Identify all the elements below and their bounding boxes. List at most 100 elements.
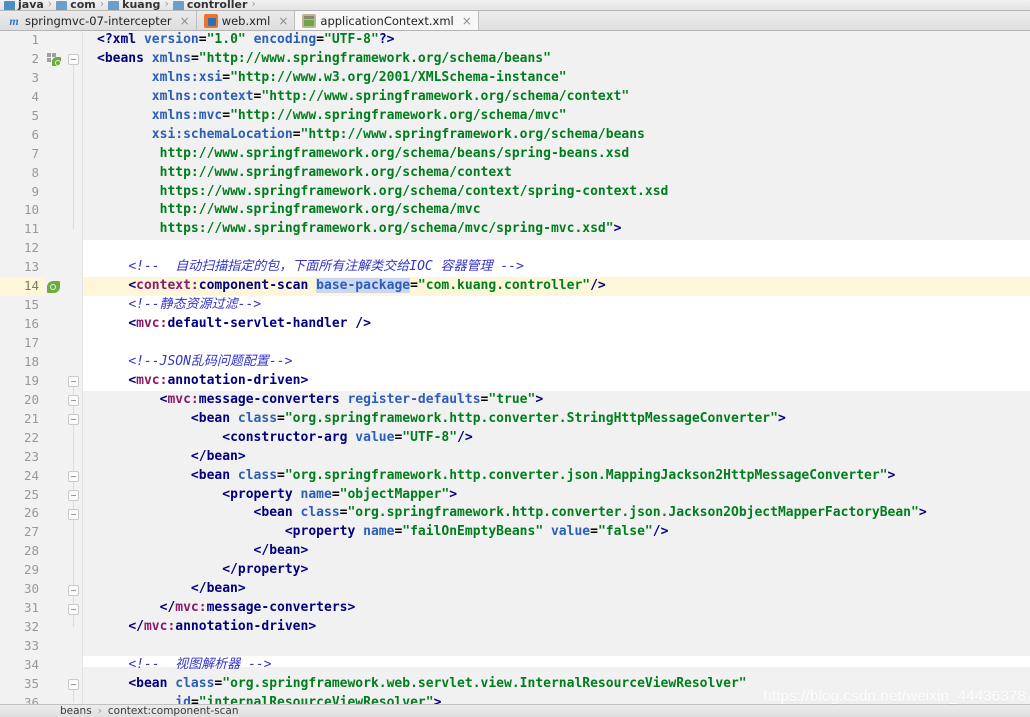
fold-toggle-icon[interactable] bbox=[68, 414, 79, 425]
code-line[interactable]: </property> bbox=[83, 561, 1030, 580]
code-line[interactable]: xmlns:xsi="http://www.w3.org/2001/XMLSch… bbox=[83, 69, 1030, 88]
code-line[interactable]: <bean class="org.springframework.http.co… bbox=[83, 504, 1030, 523]
editor-tab-bar[interactable]: m springmvc-07-intercepter × web.xml × a… bbox=[0, 11, 1030, 31]
close-icon[interactable]: × bbox=[278, 15, 288, 27]
tab-label: springmvc-07-intercepter bbox=[25, 13, 172, 28]
line-number: 25 bbox=[23, 486, 39, 502]
code-line[interactable]: </bean> bbox=[83, 580, 1030, 599]
code-line[interactable]: </bean> bbox=[83, 448, 1030, 467]
line-number: 9 bbox=[31, 183, 39, 199]
fold-toggle-icon[interactable] bbox=[68, 376, 79, 388]
code-line[interactable]: <!-- 视图解析器 --> bbox=[83, 656, 1030, 675]
breadcrumb-label: controller bbox=[186, 0, 248, 11]
breadcrumb-item-java[interactable]: java bbox=[4, 0, 44, 10]
tab-web-xml[interactable]: web.xml × bbox=[196, 11, 296, 30]
fold-toggle-icon[interactable] bbox=[68, 508, 79, 520]
spring-bean-gutter-icon[interactable] bbox=[47, 281, 61, 294]
fold-toggle-icon[interactable] bbox=[68, 395, 79, 407]
line-number: 4 bbox=[31, 88, 39, 104]
breadcrumb-label: kuang bbox=[122, 0, 161, 11]
status-breadcrumb-beans[interactable]: beans bbox=[60, 705, 92, 717]
breadcrumb-item-com[interactable]: com bbox=[56, 0, 96, 10]
code-text-area[interactable]: <?xml version="1.0" encoding="UTF-8"?> <b… bbox=[83, 31, 1030, 704]
line-number: 6 bbox=[31, 126, 39, 142]
code-line[interactable]: <?xml version="1.0" encoding="UTF-8"?> bbox=[83, 31, 1030, 50]
code-line[interactable]: <bean class="org.springframework.web.ser… bbox=[83, 675, 1030, 694]
code-line[interactable]: http://www.springframework.org/schema/co… bbox=[83, 164, 1030, 183]
breadcrumb-separator: › bbox=[47, 0, 53, 10]
line-number: 24 bbox=[23, 467, 39, 483]
code-line[interactable]: </mvc:message-converters> bbox=[83, 599, 1030, 618]
xml-namespace-gutter-icon[interactable] bbox=[47, 53, 63, 66]
status-breadcrumb-component-scan[interactable]: context:component-scan bbox=[108, 705, 239, 717]
folder-icon bbox=[108, 1, 120, 10]
code-line[interactable]: xmlns:context="http://www.springframewor… bbox=[83, 88, 1030, 107]
fold-toggle-icon[interactable] bbox=[68, 584, 79, 596]
line-number: 11 bbox=[23, 221, 39, 237]
code-line[interactable] bbox=[83, 334, 1030, 353]
close-icon[interactable]: × bbox=[462, 15, 472, 27]
line-number: 1 bbox=[31, 32, 39, 47]
tab-label: web.xml bbox=[221, 13, 271, 28]
line-number: 29 bbox=[23, 562, 39, 578]
fold-toggle-icon[interactable] bbox=[68, 489, 79, 501]
code-line[interactable]: <mvc:annotation-driven> bbox=[83, 372, 1030, 391]
code-line[interactable]: <property name="failOnEmptyBeans" value=… bbox=[83, 523, 1030, 542]
fold-toggle-icon[interactable] bbox=[68, 53, 79, 65]
close-icon[interactable]: × bbox=[180, 15, 190, 27]
code-line[interactable]: </mvc:annotation-driven> bbox=[83, 618, 1030, 637]
code-line[interactable]: <beans xmlns="http://www.springframework… bbox=[83, 50, 1030, 69]
code-line[interactable]: xsi:schemaLocation="http://www.springfra… bbox=[83, 126, 1030, 145]
code-line[interactable]: </bean> bbox=[83, 542, 1030, 561]
code-line[interactable]: <mvc:message-converters register-default… bbox=[83, 391, 1030, 410]
line-number: 21 bbox=[23, 410, 39, 426]
line-number: 28 bbox=[23, 543, 39, 559]
code-line[interactable]: <context:component-scan base-package="co… bbox=[83, 277, 1030, 297]
code-line[interactable]: <!--静态资源过滤--> bbox=[83, 296, 1030, 315]
line-number: 5 bbox=[31, 107, 39, 123]
fold-toggle-icon[interactable] bbox=[68, 679, 79, 691]
tab-applicationcontext-xml[interactable]: applicationContext.xml × bbox=[295, 11, 479, 30]
breadcrumb-label: com bbox=[70, 0, 96, 11]
fold-guide-line bbox=[73, 58, 74, 230]
code-line[interactable]: <constructor-arg value="UTF-8"/> bbox=[83, 429, 1030, 448]
line-number: 7 bbox=[31, 145, 39, 161]
line-number: 35 bbox=[23, 675, 39, 691]
code-line[interactable]: <bean class="org.springframework.http.co… bbox=[83, 467, 1030, 486]
line-number: 32 bbox=[23, 619, 39, 635]
code-line[interactable]: id="internalResourceViewResolver"> bbox=[83, 694, 1030, 704]
line-number: 30 bbox=[23, 581, 39, 597]
tab-label: applicationContext.xml bbox=[320, 13, 454, 28]
code-line[interactable]: http://www.springframework.org/schema/be… bbox=[83, 145, 1030, 164]
code-line[interactable]: <bean class="org.springframework.http.co… bbox=[83, 410, 1030, 429]
status-bar-breadcrumb[interactable]: beans › context:component-scan bbox=[0, 704, 1030, 717]
code-line[interactable]: <!-- 自动扫描指定的包，下面所有注解类交给IOC 容器管理 --> bbox=[83, 258, 1030, 277]
line-number: 36 bbox=[23, 694, 39, 704]
breadcrumb-item-kuang[interactable]: kuang bbox=[108, 0, 160, 10]
breadcrumb-separator: › bbox=[251, 0, 256, 10]
code-line[interactable] bbox=[83, 637, 1030, 656]
fold-toggle-icon[interactable] bbox=[68, 470, 79, 482]
code-line[interactable]: http://www.springframework.org/schema/mv… bbox=[83, 201, 1030, 220]
gutter-icon-column[interactable] bbox=[46, 31, 64, 704]
line-number: 27 bbox=[23, 524, 39, 540]
code-line[interactable]: <property name="objectMapper"> bbox=[83, 486, 1030, 505]
line-number: 2 bbox=[31, 50, 39, 66]
code-line[interactable] bbox=[83, 239, 1030, 258]
line-number: 17 bbox=[23, 335, 39, 350]
code-editor[interactable]: 1 2 3 4 5 6 7 8 9 10 11 12 13 14 15 16 17 18 19 20 21 22 23 24 2… bbox=[0, 31, 1030, 704]
line-number: 31 bbox=[23, 600, 39, 616]
navigation-breadcrumb[interactable]: java › com › kuang › controller › bbox=[0, 0, 1030, 11]
line-number: 10 bbox=[23, 202, 39, 218]
fold-toggle-icon[interactable] bbox=[68, 603, 79, 615]
code-line[interactable]: <mvc:default-servlet-handler /> bbox=[83, 315, 1030, 334]
code-folding-column[interactable] bbox=[64, 31, 83, 704]
folder-icon bbox=[56, 1, 68, 10]
status-breadcrumb-separator: › bbox=[97, 705, 102, 717]
code-line[interactable]: xmlns:mvc="http://www.springframework.or… bbox=[83, 107, 1030, 126]
tab-springmvc-07-intercepter[interactable]: m springmvc-07-intercepter × bbox=[0, 11, 197, 30]
code-line[interactable]: https://www.springframework.org/schema/c… bbox=[83, 183, 1030, 202]
code-line[interactable]: <!--JSON乱码问题配置--> bbox=[83, 353, 1030, 372]
breadcrumb-item-controller[interactable]: controller bbox=[172, 0, 248, 11]
code-line[interactable]: https://www.springframework.org/schema/m… bbox=[83, 220, 1030, 239]
